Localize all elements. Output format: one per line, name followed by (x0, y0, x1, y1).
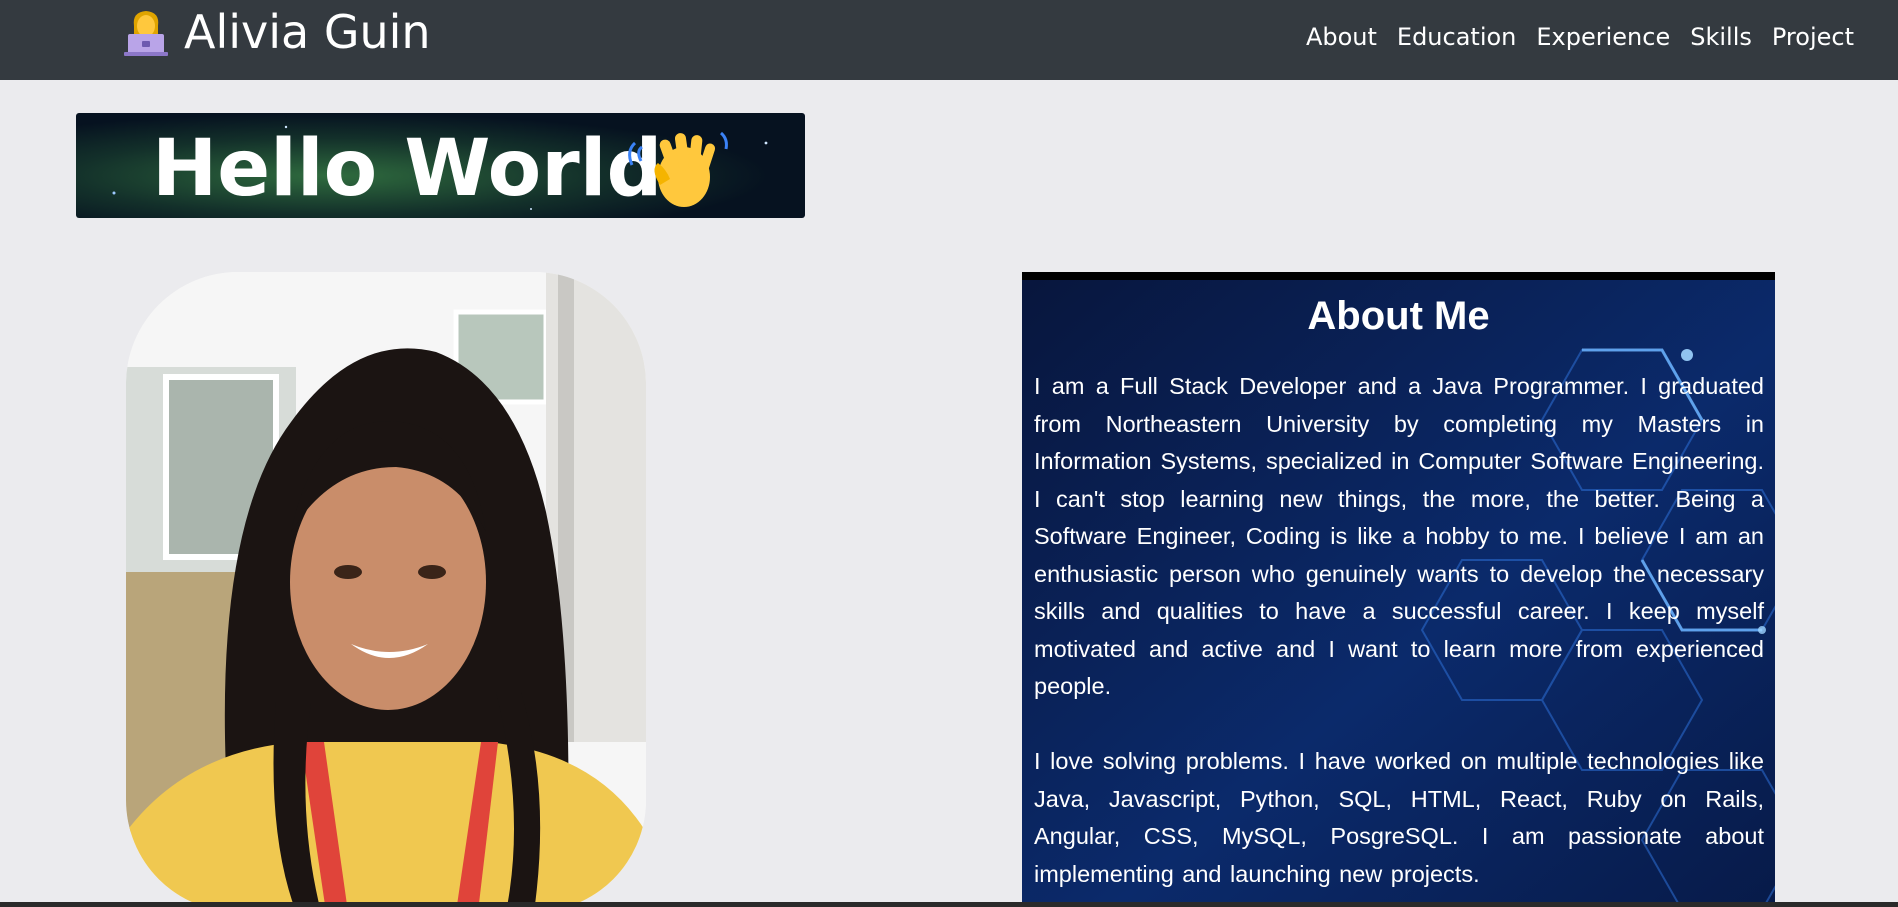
nav-link-project[interactable]: Project (1772, 16, 1854, 58)
about-title: About Me (1307, 294, 1490, 338)
about-paragraph: I love solving problems. I have worked o… (1034, 748, 1764, 887)
nav-link-about[interactable]: About (1306, 16, 1377, 58)
brand-name: Alivia Guin (184, 5, 431, 59)
nav-link-experience[interactable]: Experience (1536, 16, 1670, 58)
nav-link-education[interactable]: Education (1397, 16, 1516, 58)
about-text: I am a Full Stack Developer and a Java P… (1034, 368, 1764, 893)
hello-world-banner: Hello World (76, 113, 805, 218)
about-paragraph: I am a Full Stack Developer and a Java P… (1034, 373, 1764, 699)
profile-photo (126, 272, 646, 907)
bottom-edge (0, 902, 1898, 907)
nav-links: About Education Experience Skills Projec… (1306, 16, 1854, 58)
about-me-card: About Me I am a Full Stack Developer and… (1022, 272, 1775, 907)
nav-link-skills[interactable]: Skills (1690, 16, 1752, 58)
banner-text: Hello World (152, 124, 662, 214)
brand-link[interactable]: Alivia Guin (120, 6, 431, 58)
woman-technologist-icon (124, 11, 168, 56)
navbar: Alivia Guin About Education Experience S… (0, 0, 1898, 80)
